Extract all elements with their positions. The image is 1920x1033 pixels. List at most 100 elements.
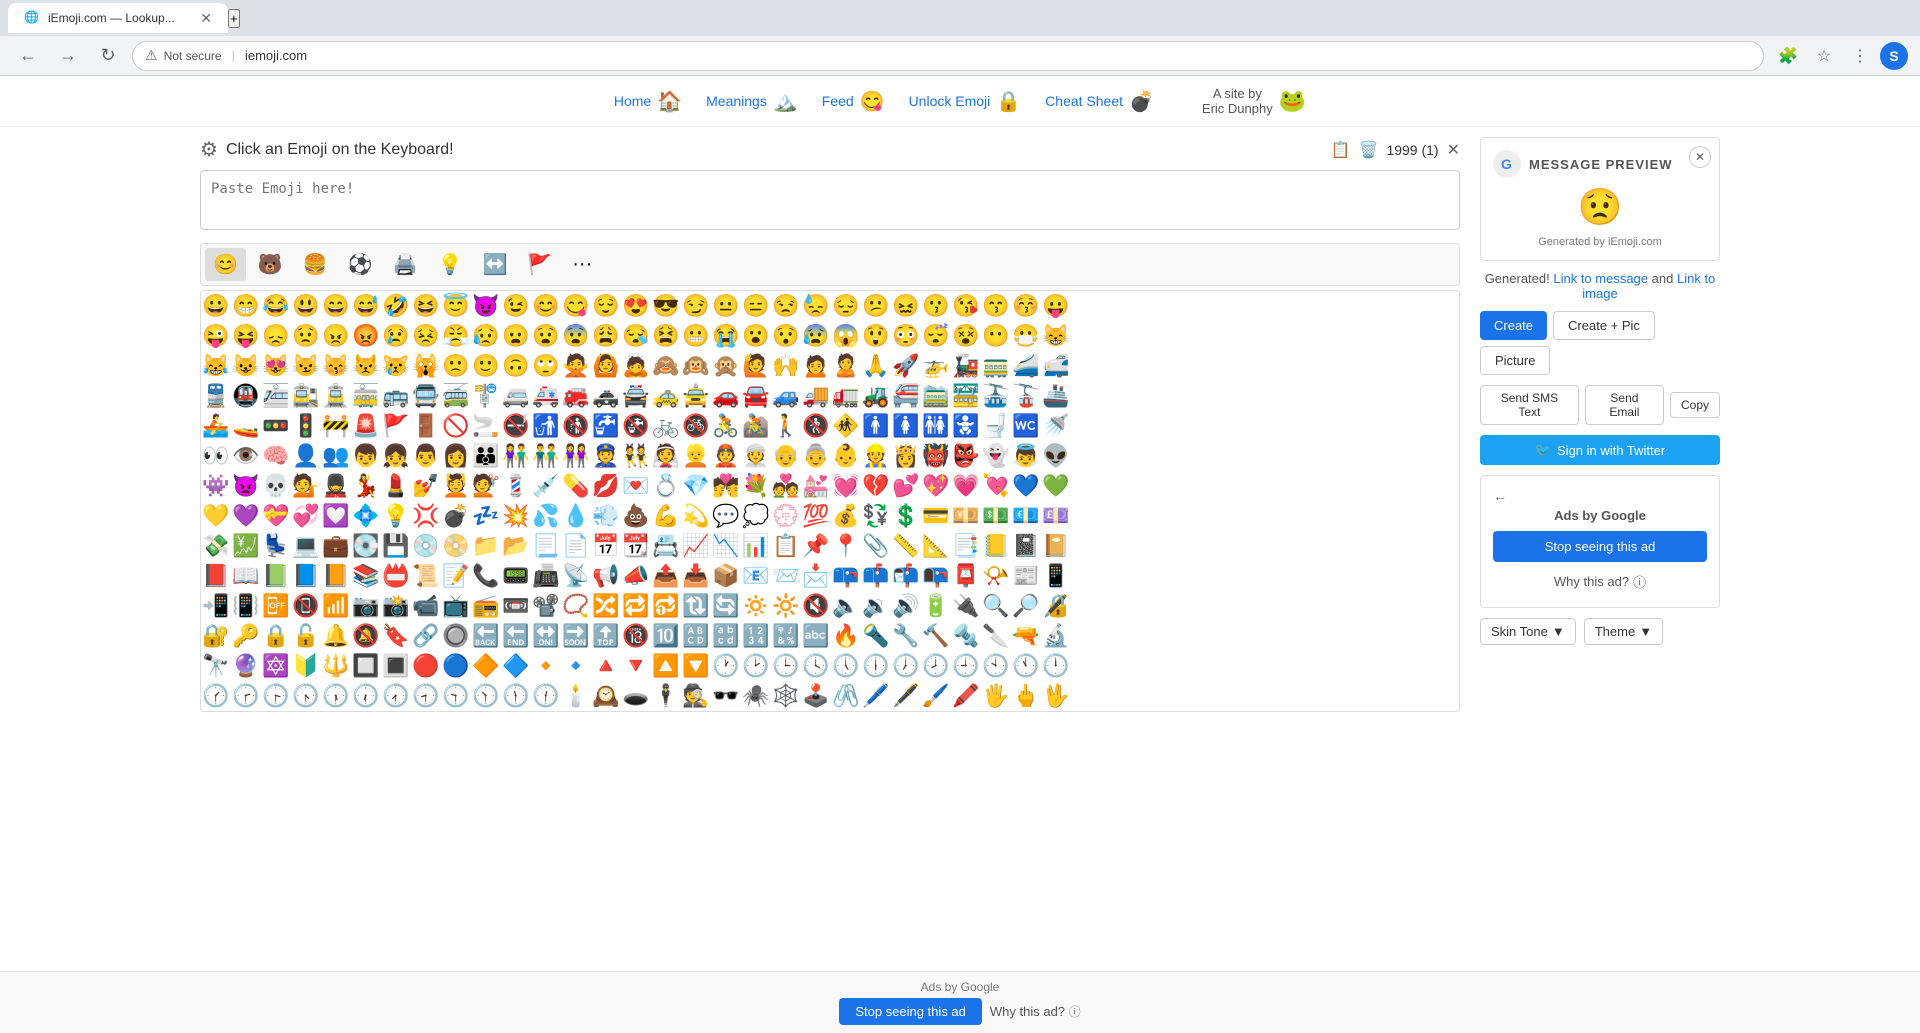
emoji-cell[interactable]: 😒 <box>771 291 801 321</box>
emoji-cell[interactable]: 🔎 <box>1011 591 1041 621</box>
emoji-cell[interactable]: 🕯️ <box>561 681 591 711</box>
emoji-cell[interactable]: 💹 <box>231 531 261 561</box>
emoji-cell[interactable]: 🔥 <box>831 621 861 651</box>
emoji-cell[interactable]: 🔮 <box>231 651 261 681</box>
emoji-cell[interactable]: 👬 <box>531 441 561 471</box>
emoji-cell[interactable]: 👽 <box>1041 441 1071 471</box>
emoji-cell[interactable]: 📳 <box>231 591 261 621</box>
emoji-cell[interactable]: 📑 <box>951 531 981 561</box>
emoji-cell[interactable]: 🚍 <box>411 381 441 411</box>
emoji-cell[interactable]: 😹 <box>201 351 231 381</box>
emoji-cell[interactable]: 💣 <box>441 501 471 531</box>
emoji-cell[interactable]: 🕦 <box>501 681 531 711</box>
emoji-cell[interactable]: 😼 <box>291 351 321 381</box>
emoji-cell[interactable]: 🚿 <box>1041 411 1071 441</box>
emoji-cell[interactable]: 😡 <box>351 321 381 351</box>
emoji-cell[interactable]: 💧 <box>561 501 591 531</box>
browser-tab[interactable]: 🌐 iEmoji.com — Lookup... ✕ <box>8 3 228 33</box>
emoji-cell[interactable]: 🚀 <box>891 351 921 381</box>
emoji-cell[interactable]: 🕤 <box>441 681 471 711</box>
address-bar[interactable]: ⚠ Not secure | <box>132 41 1764 71</box>
emoji-cell[interactable]: 😵 <box>951 321 981 351</box>
emoji-cell[interactable]: 😙 <box>981 291 1011 321</box>
emoji-cell[interactable]: 👧 <box>381 441 411 471</box>
bottom-stop-ad-button[interactable]: Stop seeing this ad <box>839 998 982 1025</box>
emoji-cell[interactable]: 🔣 <box>771 621 801 651</box>
emoji-cell[interactable]: 📛 <box>381 561 411 591</box>
why-this-ad-button[interactable]: Why this ad? ⓘ <box>1493 568 1707 595</box>
emoji-cell[interactable]: 🕙 <box>981 651 1011 681</box>
emoji-cell[interactable]: 🚩 <box>381 411 411 441</box>
emoji-cell[interactable]: 🙆 <box>591 351 621 381</box>
emoji-cell[interactable]: 📇 <box>651 531 681 561</box>
emoji-cell[interactable]: 🚵 <box>741 411 771 441</box>
cat-tab-more[interactable]: ··· <box>564 248 600 281</box>
emoji-cell[interactable]: 🚮 <box>531 411 561 441</box>
emoji-cell[interactable]: 🚌 <box>381 381 411 411</box>
emoji-cell[interactable]: 📓 <box>1011 531 1041 561</box>
emoji-cell[interactable]: 📚 <box>351 561 381 591</box>
copy-button[interactable]: Copy <box>1670 392 1720 418</box>
emoji-cell[interactable]: 🕘 <box>951 651 981 681</box>
emoji-cell[interactable]: 💪 <box>651 501 681 531</box>
emoji-cell[interactable]: 🕑 <box>741 651 771 681</box>
emoji-cell[interactable]: 🕠 <box>321 681 351 711</box>
emoji-cell[interactable]: 😛 <box>1041 291 1071 321</box>
emoji-cell[interactable]: 💾 <box>381 531 411 561</box>
emoji-cell[interactable]: 😑 <box>741 291 771 321</box>
emoji-cell[interactable]: 😭 <box>711 321 741 351</box>
emoji-cell[interactable]: 🙉 <box>681 351 711 381</box>
emoji-cell[interactable]: 🚐 <box>501 381 531 411</box>
emoji-cell[interactable]: 💉 <box>531 471 561 501</box>
emoji-cell[interactable]: 🖇️ <box>831 681 861 711</box>
emoji-cell[interactable]: 🕳️ <box>621 681 651 711</box>
emoji-cell[interactable]: 💛 <box>201 501 231 531</box>
emoji-cell[interactable]: 🚯 <box>561 411 591 441</box>
send-email-button[interactable]: Send Email <box>1585 385 1664 425</box>
emoji-cell[interactable]: 💩 <box>621 501 651 531</box>
emoji-cell[interactable]: 📈 <box>681 531 711 561</box>
emoji-cell[interactable]: 💽 <box>351 531 381 561</box>
emoji-cell[interactable]: 📝 <box>441 561 471 591</box>
emoji-cell[interactable]: 😉 <box>501 291 531 321</box>
emoji-cell[interactable]: 🚠 <box>981 381 1011 411</box>
create-button[interactable]: Create <box>1480 311 1547 340</box>
emoji-cell[interactable]: 🔇 <box>801 591 831 621</box>
emoji-cell[interactable]: 💝 <box>261 501 291 531</box>
emoji-cell[interactable]: 📶 <box>321 591 351 621</box>
emoji-cell[interactable]: 📍 <box>831 531 861 561</box>
emoji-cell[interactable]: 🔑 <box>231 621 261 651</box>
emoji-cell[interactable]: 🖌️ <box>921 681 951 711</box>
emoji-cell[interactable]: 🕐 <box>711 651 741 681</box>
emoji-cell[interactable]: 📆 <box>621 531 651 561</box>
emoji-cell[interactable]: 🕕 <box>861 651 891 681</box>
emoji-cell[interactable]: 🚞 <box>921 381 951 411</box>
emoji-cell[interactable]: 🙅 <box>561 351 591 381</box>
emoji-cell[interactable]: 📁 <box>471 531 501 561</box>
emoji-cell[interactable]: 🔁 <box>621 591 651 621</box>
emoji-cell[interactable]: 📸 <box>381 591 411 621</box>
emoji-cell[interactable]: 😪 <box>621 321 651 351</box>
emoji-cell[interactable]: 🕝 <box>231 681 261 711</box>
emoji-cell[interactable]: 💐 <box>741 471 771 501</box>
emoji-cell[interactable]: 😸 <box>1041 321 1071 351</box>
emoji-cell[interactable]: 🔀 <box>591 591 621 621</box>
emoji-cell[interactable]: 💫 <box>681 501 711 531</box>
emoji-cell[interactable]: 💎 <box>681 471 711 501</box>
emoji-cell[interactable]: 😢 <box>381 321 411 351</box>
emoji-cell[interactable]: 🔳 <box>381 651 411 681</box>
emoji-cell[interactable]: 👲 <box>711 441 741 471</box>
emoji-cell[interactable]: 💲 <box>891 501 921 531</box>
emoji-cell[interactable]: 🚛 <box>831 381 861 411</box>
emoji-cell[interactable]: 🚄 <box>1011 351 1041 381</box>
emoji-cell[interactable]: 👻 <box>981 441 1011 471</box>
emoji-cell[interactable]: 🚪 <box>411 411 441 441</box>
emoji-cell[interactable]: 💱 <box>861 501 891 531</box>
emoji-cell[interactable]: 🕧 <box>531 681 561 711</box>
emoji-cell[interactable]: 📤 <box>651 561 681 591</box>
add-tab-button[interactable]: + <box>228 9 240 28</box>
emoji-cell[interactable]: 💃 <box>351 471 381 501</box>
emoji-cell[interactable]: 😯 <box>771 321 801 351</box>
emoji-cell[interactable]: 📃 <box>531 531 561 561</box>
emoji-cell[interactable]: 💚 <box>1041 471 1071 501</box>
